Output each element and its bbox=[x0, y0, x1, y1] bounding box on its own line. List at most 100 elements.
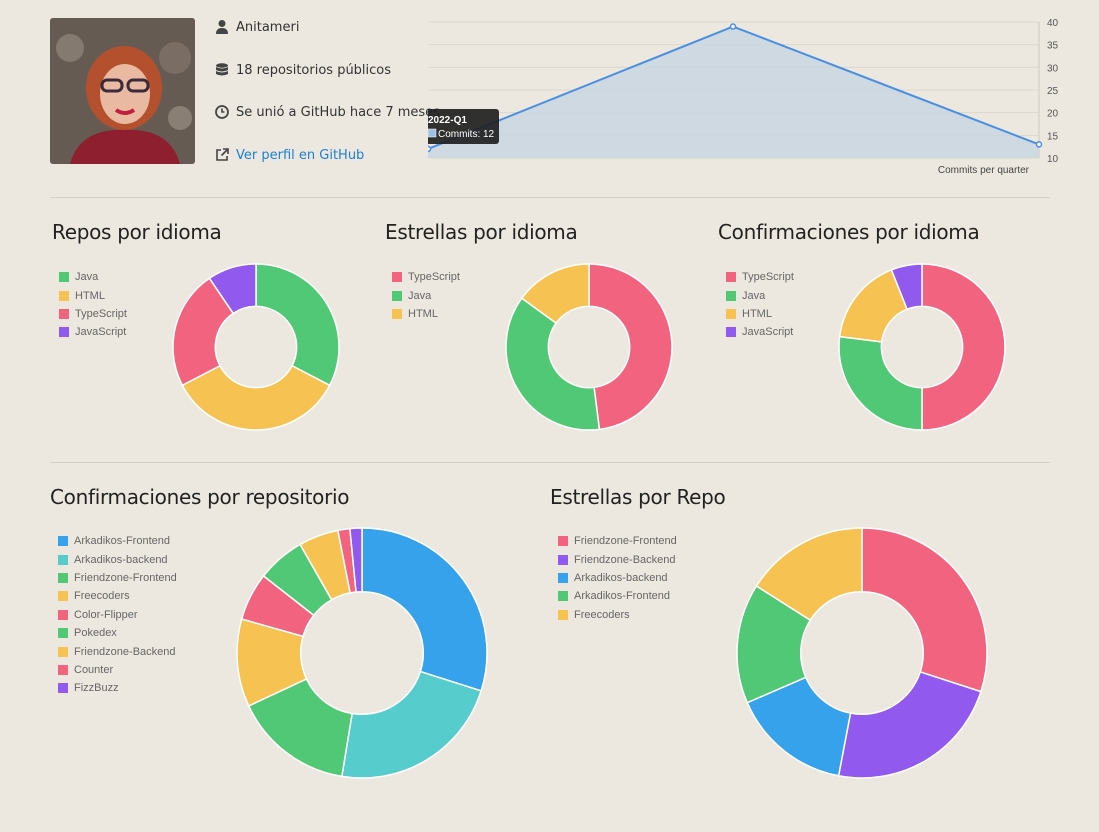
slice-java[interactable] bbox=[838, 335, 923, 431]
legend-swatch bbox=[392, 272, 402, 283]
chart-tooltip: 2022-Q1 Commits: 12 bbox=[428, 109, 499, 144]
commits-by-language-chart bbox=[838, 263, 1006, 431]
user-icon bbox=[216, 20, 228, 34]
legend-item-java[interactable]: Java bbox=[726, 286, 794, 304]
legend-item-counter[interactable]: Counter bbox=[58, 661, 177, 679]
joined-row: Se unió a GitHub hace 7 meses bbox=[214, 104, 440, 120]
y-tick-label: 20 bbox=[1047, 109, 1059, 120]
commits-point-2[interactable] bbox=[1035, 141, 1043, 148]
external-link-icon bbox=[216, 148, 229, 161]
commits-by-repo-title: Confirmaciones por repositorio bbox=[50, 485, 350, 509]
tooltip-swatch bbox=[428, 128, 437, 138]
legend-swatch bbox=[726, 272, 736, 283]
legend-item-html[interactable]: HTML bbox=[392, 305, 460, 323]
y-tick-label: 25 bbox=[1047, 86, 1059, 97]
legend-item-typescript[interactable]: TypeScript bbox=[392, 268, 460, 286]
legend-swatch bbox=[558, 609, 568, 620]
username: Anitameri bbox=[236, 19, 300, 35]
commits-by-language-title: Confirmaciones por idioma bbox=[718, 220, 980, 244]
y-tick-label: 15 bbox=[1047, 131, 1059, 142]
profile-link-label[interactable]: Ver perfil en GitHub bbox=[236, 148, 364, 163]
tooltip-title: 2022-Q1 bbox=[428, 115, 467, 126]
slice-typescript[interactable] bbox=[588, 263, 673, 431]
legend-swatch bbox=[558, 536, 568, 547]
slice-arkadikos-backend[interactable] bbox=[340, 670, 483, 779]
legend-item-arkadikos-frontend[interactable]: Arkadikos-Frontend bbox=[58, 532, 177, 550]
legend-label: TypeScript bbox=[408, 271, 460, 284]
legend-item-javascript[interactable]: JavaScript bbox=[726, 323, 794, 341]
legend-swatch bbox=[59, 272, 69, 283]
legend-swatch bbox=[59, 327, 69, 338]
slice-typescript[interactable] bbox=[921, 263, 1006, 431]
legend-label: HTML bbox=[742, 307, 772, 320]
legend-item-freecoders[interactable]: Freecoders bbox=[58, 587, 177, 605]
slice-arkadikos-frontend[interactable] bbox=[361, 527, 488, 692]
legend-swatch bbox=[726, 290, 736, 301]
legend-item-color-flipper[interactable]: Color-Flipper bbox=[58, 606, 177, 624]
legend-swatch bbox=[558, 554, 568, 565]
legend-item-friendzone-frontend[interactable]: Friendzone-Frontend bbox=[558, 532, 677, 550]
y-tick-label: 40 bbox=[1047, 18, 1059, 29]
stars-by-language-chart bbox=[505, 263, 673, 431]
legend-label: JavaScript bbox=[75, 326, 127, 339]
y-tick-label: 35 bbox=[1047, 41, 1059, 52]
y-tick-label: 30 bbox=[1047, 63, 1059, 74]
legend-item-arkadikos-backend[interactable]: Arkadikos-backend bbox=[558, 569, 677, 587]
repos-by-language-title: Repos por idioma bbox=[52, 220, 222, 244]
legend-swatch bbox=[58, 536, 68, 547]
legend-item-arkadikos-frontend[interactable]: Arkadikos-Frontend bbox=[558, 587, 677, 605]
legend-item-html[interactable]: HTML bbox=[59, 286, 127, 304]
tooltip-value: Commits: 12 bbox=[438, 129, 495, 140]
legend-item-freecoders[interactable]: Freecoders bbox=[558, 606, 677, 624]
legend-item-java[interactable]: Java bbox=[59, 268, 127, 286]
legend-label: Freecoders bbox=[574, 608, 630, 621]
legend-item-html[interactable]: HTML bbox=[726, 305, 794, 323]
slice-friendzone-frontend[interactable] bbox=[861, 527, 988, 693]
legend-label: Arkadikos-Frontend bbox=[574, 590, 670, 603]
legend-swatch bbox=[726, 327, 736, 338]
legend-swatch bbox=[726, 308, 736, 319]
commits-by-repo-chart bbox=[236, 527, 488, 779]
legend-swatch bbox=[58, 591, 68, 602]
repos-by-language-legend: Java HTML TypeScript JavaScript bbox=[59, 268, 127, 342]
commits-point-0[interactable] bbox=[428, 145, 432, 153]
legend-item-java[interactable]: Java bbox=[392, 286, 460, 304]
legend-item-typescript[interactable]: TypeScript bbox=[726, 268, 794, 286]
legend-item-friendzone-backend[interactable]: Friendzone-Backend bbox=[558, 550, 677, 568]
stars-by-repo-title: Estrellas por Repo bbox=[550, 485, 726, 509]
legend-item-pokedex[interactable]: Pokedex bbox=[58, 624, 177, 642]
legend-label: Friendzone-Backend bbox=[74, 645, 176, 658]
legend-swatch bbox=[59, 308, 69, 319]
legend-label: Friendzone-Frontend bbox=[74, 571, 177, 584]
legend-label: Color-Flipper bbox=[74, 608, 138, 621]
legend-item-friendzone-frontend[interactable]: Friendzone-Frontend bbox=[58, 569, 177, 587]
legend-swatch bbox=[58, 554, 68, 565]
legend-label: TypeScript bbox=[742, 271, 794, 284]
slice-html[interactable] bbox=[181, 364, 331, 431]
legend-item-typescript[interactable]: TypeScript bbox=[59, 305, 127, 323]
divider-middle bbox=[50, 462, 1050, 463]
slice-friendzone-backend[interactable] bbox=[837, 670, 982, 779]
legend-label: Java bbox=[742, 289, 766, 302]
legend-swatch bbox=[58, 628, 68, 639]
database-icon bbox=[216, 63, 228, 76]
slice-java[interactable] bbox=[255, 263, 340, 387]
legend-item-friendzone-backend[interactable]: Friendzone-Backend bbox=[58, 642, 177, 660]
legend-label: Arkadikos-backend bbox=[574, 571, 668, 584]
legend-swatch bbox=[558, 591, 568, 602]
legend-item-arkadikos-backend[interactable]: Arkadikos-backend bbox=[58, 550, 177, 568]
joined-date: Se unió a GitHub hace 7 meses bbox=[236, 104, 440, 120]
github-profile-link[interactable]: Ver perfil en GitHub bbox=[214, 147, 364, 163]
legend-swatch bbox=[558, 572, 568, 583]
legend-label: HTML bbox=[408, 307, 438, 320]
legend-swatch bbox=[59, 290, 69, 301]
avatar bbox=[50, 18, 195, 164]
legend-item-javascript[interactable]: JavaScript bbox=[59, 323, 127, 341]
legend-label: TypeScript bbox=[75, 307, 127, 320]
legend-swatch bbox=[392, 290, 402, 301]
commits-point-1[interactable] bbox=[729, 23, 737, 30]
legend-item-fizzbuzz[interactable]: FizzBuzz bbox=[58, 679, 177, 697]
y-tick-label: 10 bbox=[1047, 154, 1059, 165]
public-repos: 18 repositorios públicos bbox=[236, 62, 392, 78]
stars-by-repo-legend: Friendzone-Frontend Friendzone-Backend Ark… bbox=[558, 532, 677, 624]
